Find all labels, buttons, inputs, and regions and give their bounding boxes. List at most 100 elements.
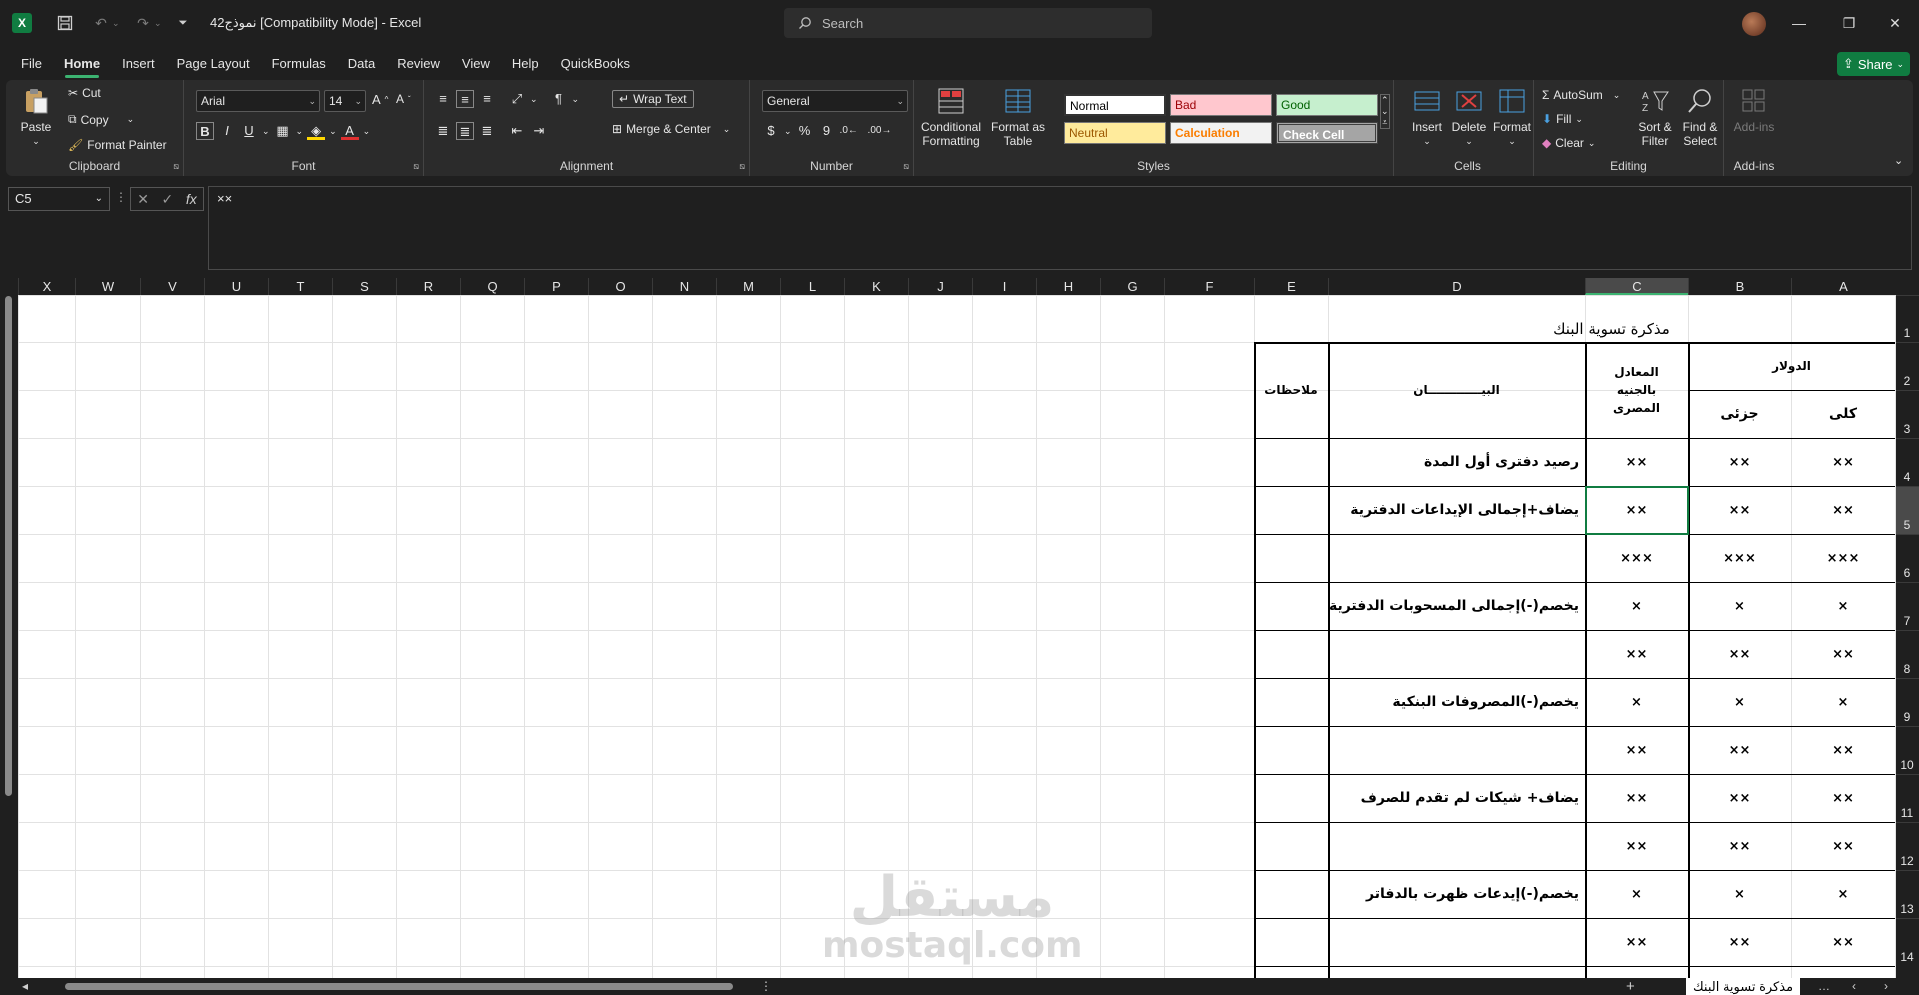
tab-home[interactable]: Home bbox=[53, 50, 111, 78]
column-header-c[interactable]: C bbox=[1585, 278, 1688, 295]
save-icon[interactable] bbox=[54, 12, 76, 34]
value-cell-a[interactable]: × bbox=[1791, 678, 1895, 726]
formula-input[interactable]: ×× bbox=[208, 186, 1912, 270]
increase-decimal-icon[interactable]: .0← bbox=[840, 122, 858, 140]
number-format-select[interactable]: General ⌄ bbox=[762, 90, 908, 112]
font-size-select[interactable]: 14 ⌄ bbox=[324, 90, 366, 112]
column-header-p[interactable]: P bbox=[524, 278, 588, 295]
value-cell-c[interactable]: ×× bbox=[1585, 438, 1688, 486]
style-neutral[interactable]: Neutral bbox=[1064, 122, 1166, 144]
dialog-launcher-icon[interactable]: ⧅ bbox=[739, 161, 745, 172]
align-top-icon[interactable]: ≡ bbox=[434, 90, 452, 108]
statement-cell[interactable]: يضاف+إجمالى الإيداعات الدفترية bbox=[1328, 486, 1585, 534]
format-as-table-button[interactable]: Format as Table bbox=[988, 86, 1048, 148]
column-header-l[interactable]: L bbox=[780, 278, 844, 295]
merge-center-button[interactable]: ⊞ Merge & Center ⌄ bbox=[612, 122, 730, 136]
row-header-11[interactable]: 11 bbox=[1895, 774, 1919, 822]
clear-button[interactable]: ◆ Clear ⌄ bbox=[1542, 136, 1595, 150]
statement-cell[interactable]: رصيد دفترى أول المدة bbox=[1328, 438, 1585, 486]
column-header-o[interactable]: O bbox=[588, 278, 652, 295]
value-cell-a[interactable]: ×× bbox=[1791, 726, 1895, 774]
underline-button[interactable]: U bbox=[240, 122, 258, 140]
header-egp[interactable]: المعادل بالجنيه المصرى bbox=[1585, 342, 1688, 438]
value-cell-c[interactable]: × bbox=[1585, 870, 1688, 918]
header-statement[interactable]: البيـــــــــــــان bbox=[1328, 342, 1585, 438]
statement-cell[interactable]: يضاف+ شيكات لم تقدم للصرف bbox=[1328, 774, 1585, 822]
drag-handle-icon[interactable]: ⋮ bbox=[115, 190, 127, 204]
row-header-13[interactable]: 13 bbox=[1895, 870, 1919, 918]
column-header-d[interactable]: D bbox=[1328, 278, 1585, 295]
tab-data[interactable]: Data bbox=[337, 50, 386, 78]
restore-button[interactable]: ❐ bbox=[1826, 10, 1872, 36]
value-cell-a[interactable]: ×× bbox=[1791, 918, 1895, 966]
share-button[interactable]: ⇪ Share ⌄ bbox=[1837, 52, 1910, 76]
value-cell-a[interactable]: ×× bbox=[1791, 630, 1895, 678]
currency-icon[interactable]: $ bbox=[762, 122, 780, 140]
column-header-k[interactable]: K bbox=[844, 278, 908, 295]
active-cell-selection[interactable] bbox=[1585, 486, 1689, 535]
dialog-launcher-icon[interactable]: ⧅ bbox=[413, 161, 419, 172]
value-cell-c[interactable]: ×× bbox=[1585, 774, 1688, 822]
font-color-icon[interactable]: A bbox=[340, 122, 359, 140]
insert-function-icon[interactable]: fx bbox=[186, 191, 197, 207]
conditional-formatting-button[interactable]: Conditional Formatting bbox=[918, 86, 984, 148]
orientation-icon[interactable]: ⤢ bbox=[508, 90, 526, 108]
value-cell-a[interactable]: ××× bbox=[1791, 534, 1895, 582]
style-calculation[interactable]: Calculation bbox=[1170, 122, 1272, 144]
increase-indent-icon[interactable]: ⇥ bbox=[530, 122, 548, 140]
tab-file[interactable]: File bbox=[10, 50, 53, 78]
undo-icon[interactable]: ↶ bbox=[90, 12, 112, 34]
value-cell-b[interactable]: ×× bbox=[1688, 486, 1791, 534]
value-cell-c[interactable]: ×× bbox=[1585, 630, 1688, 678]
delete-cells-button[interactable]: Delete ⌄ bbox=[1450, 86, 1488, 148]
column-header-x[interactable]: X bbox=[18, 278, 75, 295]
column-header-r[interactable]: R bbox=[396, 278, 460, 295]
header-dollar[interactable]: الدولار bbox=[1688, 342, 1895, 390]
borders-icon[interactable]: ▦ bbox=[274, 122, 292, 140]
value-cell-b[interactable]: ×× bbox=[1688, 726, 1791, 774]
tab-view[interactable]: View bbox=[451, 50, 501, 78]
chevron-down-icon[interactable]: ⌄ bbox=[572, 94, 580, 105]
row-header-1[interactable]: 1 bbox=[1895, 295, 1919, 342]
name-box[interactable]: C5 ⌄ bbox=[8, 187, 110, 211]
value-cell-a[interactable]: ×× bbox=[1791, 774, 1895, 822]
value-cell-c[interactable]: × bbox=[1585, 582, 1688, 630]
decrease-decimal-icon[interactable]: .00→ bbox=[868, 122, 892, 140]
statement-cell[interactable]: يخصم(-)المصروفات البنكية bbox=[1328, 678, 1585, 726]
value-cell-b[interactable]: ××× bbox=[1688, 534, 1791, 582]
column-header-t[interactable]: T bbox=[268, 278, 332, 295]
dialog-launcher-icon[interactable]: ⧅ bbox=[173, 161, 179, 172]
column-header-s[interactable]: S bbox=[332, 278, 396, 295]
row-header-10[interactable]: 10 bbox=[1895, 726, 1919, 774]
column-header-q[interactable]: Q bbox=[460, 278, 524, 295]
column-header-g[interactable]: G bbox=[1100, 278, 1164, 295]
value-cell-b[interactable]: ×× bbox=[1688, 774, 1791, 822]
row-header-12[interactable]: 12 bbox=[1895, 822, 1919, 870]
decrease-font-icon[interactable]: Aˇ bbox=[396, 92, 411, 106]
dialog-launcher-icon[interactable]: ⧅ bbox=[903, 161, 909, 172]
addins-button[interactable]: Add-ins bbox=[1732, 86, 1776, 134]
chevron-down-icon[interactable]: ⌄ bbox=[296, 126, 304, 137]
style-bad[interactable]: Bad bbox=[1170, 94, 1272, 116]
value-cell-c[interactable]: ×× bbox=[1585, 822, 1688, 870]
text-direction-icon[interactable]: ¶ bbox=[550, 90, 568, 108]
value-cell-a[interactable]: ×× bbox=[1791, 438, 1895, 486]
search-box[interactable]: Search bbox=[784, 8, 1152, 38]
paste-button[interactable]: Paste ⌄ bbox=[16, 86, 56, 148]
row-header-5[interactable]: 5 bbox=[1895, 486, 1919, 534]
style-normal[interactable]: Normal bbox=[1064, 94, 1166, 116]
comma-icon[interactable]: 9 bbox=[818, 122, 836, 140]
sheet-title[interactable]: مذكرة تسوية البنك bbox=[1328, 295, 1895, 342]
more-sheets-icon[interactable]: … bbox=[1818, 978, 1830, 995]
sheet-tab[interactable]: مذكرة تسوية البنك bbox=[1686, 978, 1800, 995]
fill-color-icon[interactable]: ◈ bbox=[307, 122, 326, 140]
value-cell-c[interactable]: × bbox=[1585, 678, 1688, 726]
value-cell-a[interactable]: × bbox=[1791, 870, 1895, 918]
styles-scroll[interactable]: ⌃ ⌄ ⩡ bbox=[1380, 94, 1390, 129]
chevron-down-icon[interactable]: ⌄ bbox=[530, 94, 538, 105]
cancel-icon[interactable]: ✕ bbox=[137, 191, 149, 208]
tab-help[interactable]: Help bbox=[501, 50, 550, 78]
tab-review[interactable]: Review bbox=[386, 50, 451, 78]
cut-button[interactable]: ✂ Cut bbox=[68, 86, 101, 100]
column-header-n[interactable]: N bbox=[652, 278, 716, 295]
